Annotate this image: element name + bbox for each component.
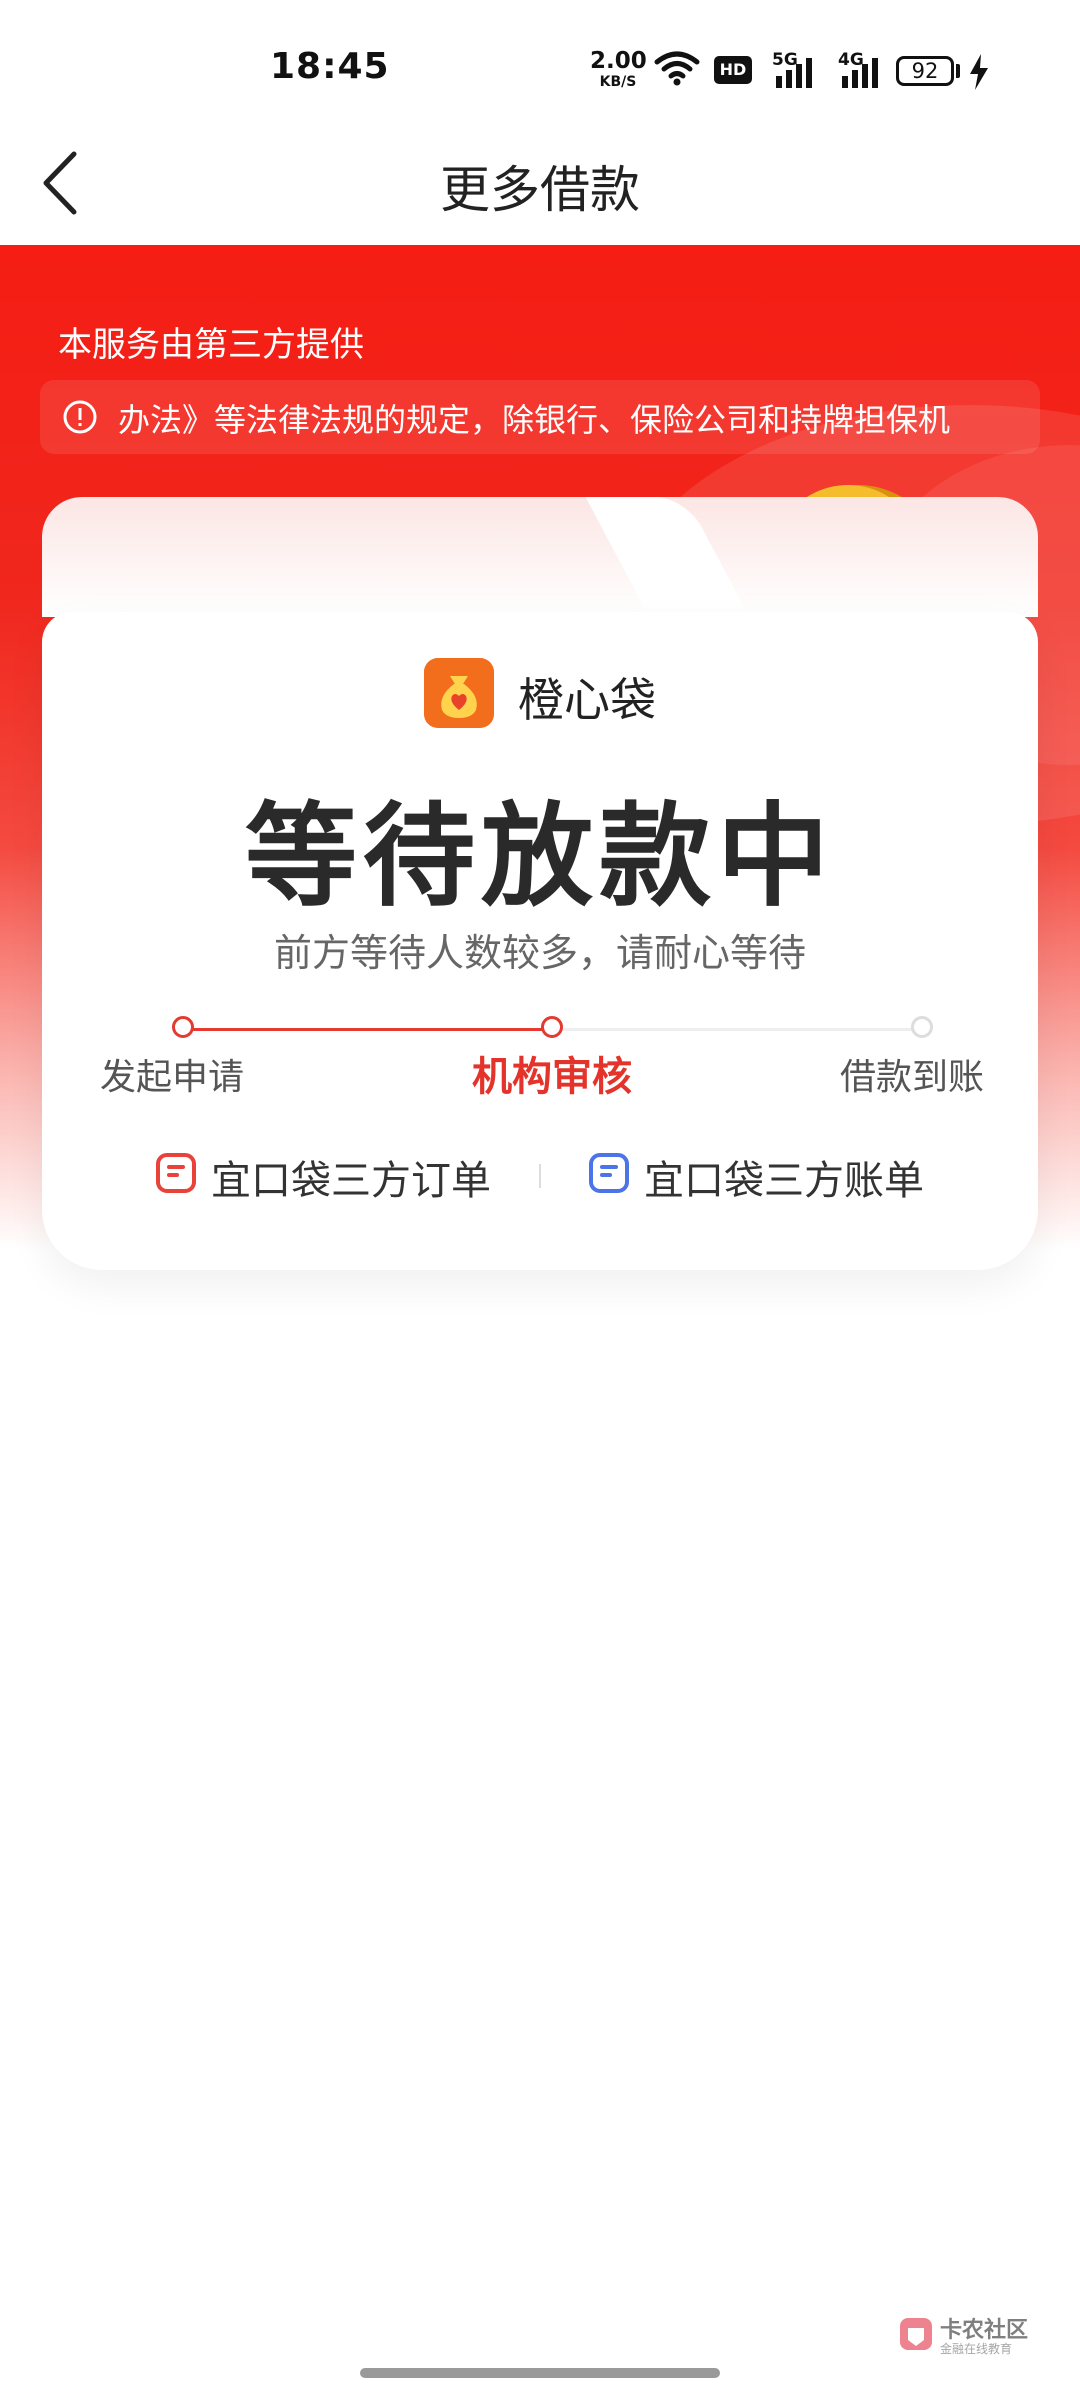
battery-nub — [956, 64, 960, 78]
step-label-apply: 发起申请 — [100, 1057, 245, 1098]
wifi-icon — [654, 51, 700, 86]
status-time: 18:45 — [270, 46, 390, 87]
links-divider — [539, 1164, 541, 1188]
loan-status-title: 等待放款中 — [245, 792, 835, 922]
money-bag-icon — [424, 658, 494, 728]
battery-icon: 92 — [896, 56, 954, 86]
network-speed-unit: KB/S — [599, 74, 637, 90]
third-party-order-link[interactable]: 宜口袋三方订单 — [155, 1146, 495, 1206]
step-label-review: 机构审核 — [472, 1054, 632, 1100]
page-title: 更多借款 — [440, 161, 640, 219]
alert-circle-icon — [63, 400, 97, 434]
network-speed: 2.00 KB/S — [590, 48, 647, 90]
bill-doc-icon — [589, 1153, 629, 1193]
third-party-bill-label: 宜口袋三方账单 — [644, 1158, 924, 1204]
progress-line-completed — [184, 1028, 552, 1031]
signal-4g-icon — [842, 58, 878, 88]
order-doc-icon — [156, 1153, 196, 1193]
home-indicator[interactable] — [360, 2368, 720, 2378]
lender-name: 橙心袋 — [518, 673, 656, 727]
third-party-order-label: 宜口袋三方订单 — [211, 1158, 491, 1204]
watermark-subtitle: 金融在线教育 — [940, 2342, 1013, 2356]
notice-text: 办法》等法律法规的规定，除银行、保险公司和持牌担保机 — [118, 401, 951, 439]
status-bar: 18:45 2.00 KB/S HD 5G 4G 92 — [0, 0, 1080, 140]
step-dot-review — [541, 1016, 563, 1038]
hd-voice-badge: HD — [714, 56, 752, 84]
card-tab-background — [42, 497, 1038, 617]
third-party-note: 本服务由第三方提供 — [58, 325, 364, 365]
third-party-bill-link[interactable]: 宜口袋三方账单 — [588, 1146, 928, 1206]
charging-bolt-icon — [970, 54, 988, 90]
notice-marquee[interactable]: 办法》等法律法规的规定，除银行、保险公司和持牌担保机 — [40, 380, 1040, 454]
progress-line-pending — [552, 1028, 922, 1031]
loan-status-subtitle: 前方等待人数较多，请耐心等待 — [273, 931, 806, 975]
network-speed-value: 2.00 — [590, 48, 647, 74]
signal-5g-icon — [776, 58, 812, 88]
step-dot-apply — [172, 1016, 194, 1038]
community-logo-icon — [900, 2318, 932, 2350]
step-label-disburse: 借款到账 — [840, 1057, 985, 1098]
community-watermark: 卡农社区 金融在线教育 — [898, 2310, 1028, 2362]
battery-level: 92 — [911, 59, 939, 83]
step-dot-disburse — [911, 1016, 933, 1038]
